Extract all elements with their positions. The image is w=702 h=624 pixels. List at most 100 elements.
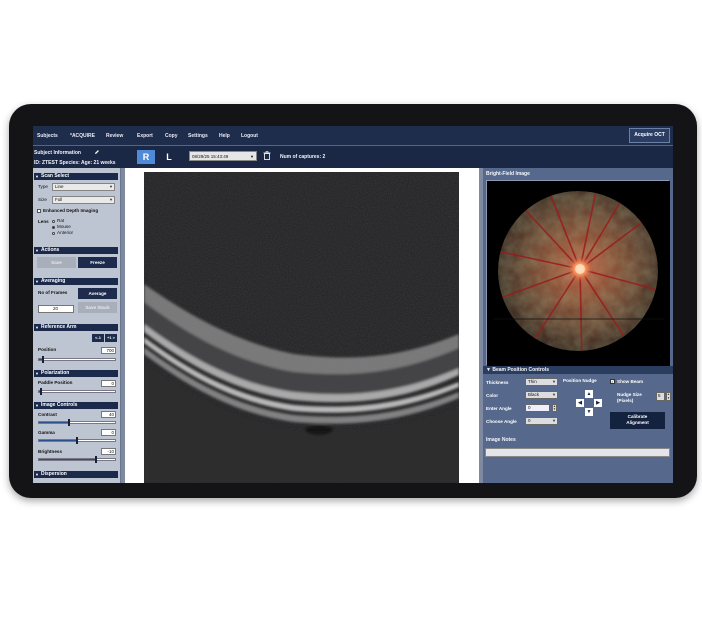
brightness-slider-thumb[interactable]	[95, 456, 97, 463]
enter-angle-input[interactable]: 0	[525, 404, 550, 412]
nudge-left-button[interactable]: ◀	[576, 399, 584, 407]
thickness-label: Thickness	[486, 380, 509, 385]
gamma-input[interactable]: 0	[101, 429, 116, 436]
contrast-label: Contrast	[38, 412, 57, 417]
nudge-right-button[interactable]: ▶	[594, 399, 602, 407]
menu-logout[interactable]: Logout	[241, 133, 258, 139]
paddle-slider[interactable]	[38, 388, 116, 395]
position-label: Position	[38, 347, 57, 352]
bright-field-title: Bright-Field Image	[486, 171, 530, 177]
nudge-down-button[interactable]: ▼	[585, 408, 593, 416]
position-input[interactable]: 700	[101, 347, 116, 354]
trash-icon[interactable]	[263, 151, 271, 160]
save-stack-button[interactable]: Save Stack	[78, 302, 117, 313]
nudge-size-input[interactable]: 5	[656, 392, 665, 401]
nudge-up-button[interactable]: ▲	[585, 390, 593, 398]
menu-copy[interactable]: Copy	[165, 133, 178, 139]
color-label: Color	[486, 393, 498, 398]
size-select[interactable]: Full ▼	[52, 196, 115, 204]
contrast-slider[interactable]	[38, 419, 116, 426]
size-value: Full	[55, 197, 63, 202]
paddle-slider-thumb[interactable]	[39, 388, 42, 395]
color-select[interactable]: Black ▼	[525, 391, 558, 399]
beam-controls-header[interactable]: ▼ Beam Position Controls	[486, 367, 549, 373]
menu-acquire[interactable]: *ACQUIRE	[70, 133, 95, 139]
frames-input[interactable]: 20	[38, 305, 74, 313]
calibrate-line2: Alignment	[626, 420, 649, 425]
position-slider[interactable]	[38, 356, 116, 363]
step-down-button[interactable]: <-1	[92, 334, 104, 342]
step-up-button[interactable]: +1 >	[105, 334, 117, 342]
chevron-down-icon: ▼	[250, 154, 254, 159]
contrast-slider-fill	[39, 422, 70, 423]
reference-arm-header[interactable]: Reference Arm	[34, 324, 118, 331]
brightness-label: Brightness	[38, 449, 62, 454]
bright-field-image[interactable]	[486, 180, 670, 366]
actions-header[interactable]: Actions	[34, 247, 118, 254]
edit-pencil-icon[interactable]	[94, 149, 100, 155]
menu-subjects[interactable]: Subjects	[37, 133, 58, 139]
lens-rat-label: Rat	[57, 218, 65, 223]
enter-angle-spinner[interactable]: ▲ ▼	[552, 404, 557, 412]
frames-label: No of Frames	[38, 290, 68, 295]
contrast-slider-thumb[interactable]	[68, 419, 71, 426]
choose-angle-select[interactable]: 0 ▼	[525, 417, 558, 425]
gamma-slider-thumb[interactable]	[76, 437, 78, 444]
brightness-slider-fill	[39, 459, 96, 460]
brightness-slider[interactable]	[38, 456, 116, 463]
acquire-oct-button[interactable]: Acquire OCT	[629, 128, 670, 143]
brightness-input[interactable]: -10	[101, 448, 116, 455]
polarization-header[interactable]: Polarization	[34, 370, 118, 377]
oct-scan-graphic	[144, 172, 459, 483]
image-notes-input[interactable]	[485, 448, 670, 457]
menu-settings[interactable]: Settings	[188, 133, 208, 139]
choose-angle-value: 0	[528, 418, 531, 423]
scan-select-header[interactable]: Scan Select	[34, 173, 118, 180]
beam-controls-title: Beam Position Controls	[492, 367, 550, 373]
capture-date-select[interactable]: 08/29/25 15:43:49 ▼	[189, 151, 257, 161]
dispersion-header[interactable]: Dispersion	[34, 471, 118, 478]
paddle-input[interactable]: 0	[101, 380, 116, 387]
type-select[interactable]: Line ▼	[52, 183, 115, 191]
nudge-size-spinner[interactable]: ▲ ▼	[666, 392, 671, 401]
subject-id-line: ID: ZTEST Species: Age: 21 weeks	[34, 160, 116, 166]
lens-label: Lens	[38, 219, 49, 224]
menu-review[interactable]: Review	[106, 133, 123, 139]
right-eye-button[interactable]: R	[137, 150, 155, 164]
lens-rat-radio[interactable]	[52, 220, 55, 223]
contrast-input[interactable]: 40	[101, 411, 116, 418]
show-beam-checkbox[interactable]: ✓	[610, 379, 615, 384]
chevron-down-icon: ▼	[109, 197, 113, 202]
choose-angle-label: Choose Angle	[486, 419, 517, 424]
edi-checkbox[interactable]	[37, 209, 41, 213]
save-button[interactable]: Save	[37, 257, 76, 268]
enter-angle-label: Enter Angle	[486, 406, 512, 411]
size-label: Size	[38, 197, 47, 202]
thickness-select[interactable]: Thin ▼	[525, 378, 558, 386]
image-controls-header[interactable]: Image Controls	[34, 402, 118, 409]
menu-help[interactable]: Help	[219, 133, 230, 139]
chevron-down-icon: ▼	[109, 184, 113, 189]
paddle-label: Paddle Position	[38, 380, 73, 385]
lens-mouse-radio[interactable]	[52, 226, 55, 229]
menu-export[interactable]: Export	[137, 133, 153, 139]
lens-anterior-radio[interactable]	[52, 232, 55, 235]
oct-bscan-image[interactable]	[144, 172, 459, 483]
nudge-size-value: 5	[658, 393, 661, 398]
gamma-slider[interactable]	[38, 437, 116, 444]
averaging-header[interactable]: Averaging	[34, 278, 118, 285]
gamma-label: Gamma	[38, 430, 55, 435]
left-eye-button[interactable]: L	[160, 150, 178, 164]
gamma-slider-fill	[39, 440, 77, 441]
freeze-button[interactable]: Freeze	[78, 257, 117, 268]
average-button[interactable]: Average	[78, 288, 117, 299]
left-control-panel: Scan Select Type Line ▼ Size Full ▼ Enhanc…	[33, 168, 121, 483]
menu-bar: Subjects *ACQUIRE Review Export Copy Set…	[33, 126, 673, 146]
calibrate-alignment-button[interactable]: Calibrate Alignment	[610, 412, 665, 429]
app-screen: Subjects *ACQUIRE Review Export Copy Set…	[33, 126, 673, 483]
lens-anterior-label: Anterior	[57, 230, 74, 235]
position-slider-thumb[interactable]	[41, 356, 44, 363]
thickness-value: Thin	[528, 379, 537, 384]
image-notes-title: Image Notes	[486, 437, 516, 443]
lens-mouse-label: Mouse	[57, 224, 71, 229]
